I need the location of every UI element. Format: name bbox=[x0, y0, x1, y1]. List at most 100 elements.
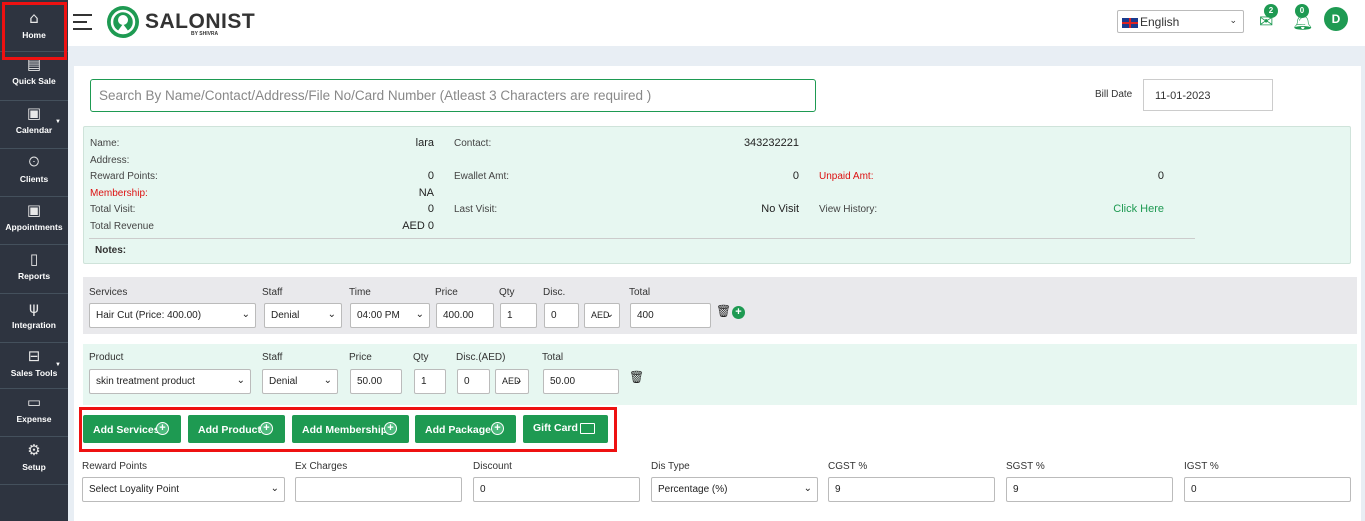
chevron-down-icon: ⌄ bbox=[236, 375, 245, 386]
plus-icon: + bbox=[384, 422, 397, 435]
sgst-input[interactable]: 9 bbox=[1006, 477, 1173, 502]
staff-header: Staff bbox=[262, 287, 283, 298]
add-row-plus-icon[interactable]: + bbox=[732, 306, 745, 319]
sidebar-item-appointments[interactable]: ▣ Appointments bbox=[0, 202, 68, 232]
dis-type-select[interactable]: Percentage (%) ⌄ bbox=[651, 477, 818, 502]
ex-charges-input[interactable] bbox=[295, 477, 462, 502]
igst-input[interactable]: 0 bbox=[1184, 477, 1351, 502]
trash-icon[interactable]: 🗑︎ bbox=[716, 304, 731, 318]
chevron-down-icon: ▼ bbox=[55, 119, 61, 125]
chevron-down-icon: ⌄ bbox=[323, 375, 332, 386]
product-staff-select[interactable]: Denial ⌄ bbox=[262, 369, 338, 394]
product-select[interactable]: skin treatment product ⌄ bbox=[89, 369, 251, 394]
trash-icon[interactable]: 🗑︎ bbox=[629, 370, 644, 384]
calendar-icon: ▣ bbox=[26, 104, 42, 122]
search-input[interactable]: Search By Name/Contact/Address/File No/C… bbox=[90, 79, 816, 112]
chevron-down-icon: ⌄ bbox=[605, 309, 614, 320]
money-icon: ▭ bbox=[26, 393, 42, 411]
discount-input[interactable]: 0 bbox=[473, 477, 640, 502]
chevron-down-icon: ⌄ bbox=[1229, 15, 1237, 25]
sidebar-item-reports[interactable]: ▯ Reports bbox=[0, 251, 68, 281]
time-header: Time bbox=[349, 287, 371, 298]
service-disc-type-select[interactable]: AED ⌄ bbox=[584, 303, 620, 328]
loyalty-point-select[interactable]: Select Loyality Point ⌄ bbox=[82, 477, 285, 502]
total-revenue-label: Total Revenue bbox=[90, 221, 154, 232]
product-price-input[interactable]: 50.00 bbox=[350, 369, 402, 394]
avatar[interactable]: D bbox=[1324, 7, 1348, 31]
button-label: Add Services bbox=[93, 424, 160, 436]
chevron-down-icon: ▼ bbox=[55, 362, 61, 368]
hamburger-menu-icon[interactable] bbox=[73, 14, 92, 30]
product-header: Product bbox=[89, 352, 124, 363]
service-qty-input[interactable]: 1 bbox=[500, 303, 537, 328]
product-disc-input[interactable]: 0 bbox=[457, 369, 490, 394]
service-price-input[interactable]: 400.00 bbox=[436, 303, 494, 328]
chevron-down-icon: ⌄ bbox=[803, 483, 812, 494]
add-services-button[interactable]: Add Services + bbox=[83, 415, 181, 443]
chevron-down-icon: ⌄ bbox=[327, 309, 336, 320]
services-header: Services bbox=[89, 287, 128, 298]
cgst-label: CGST % bbox=[828, 461, 868, 472]
sidebar-item-expense[interactable]: ▭ Expense bbox=[0, 394, 68, 424]
disc-header: Disc. bbox=[543, 287, 566, 298]
bill-date-field[interactable]: 11-01-2023 bbox=[1143, 79, 1273, 111]
sidebar-item-label: Reports bbox=[17, 271, 51, 281]
sidebar-item-label: Clients bbox=[19, 174, 49, 184]
plug-icon: ψ bbox=[29, 299, 39, 317]
cgst-input[interactable]: 9 bbox=[828, 477, 995, 502]
loyalty-value: Select Loyality Point bbox=[89, 484, 180, 495]
sidebar-item-setup[interactable]: ⚙ Setup bbox=[0, 442, 68, 472]
service-row: Services Staff Time Price Qty Disc. Tota… bbox=[83, 277, 1357, 334]
time-select[interactable]: 04:00 PM ⌄ bbox=[350, 303, 430, 328]
service-select[interactable]: Hair Cut (Price: 400.00) ⌄ bbox=[89, 303, 256, 328]
button-label: Add Membership bbox=[302, 424, 388, 436]
add-package-button[interactable]: Add Package + bbox=[415, 415, 516, 443]
top-bar: SALONIST BY SHIVRA English ⌄ ✉ 2 🔔︎ 0 D bbox=[68, 0, 1365, 46]
reward-points-label: Reward Points bbox=[82, 461, 148, 472]
product-qty-input[interactable]: 1 bbox=[414, 369, 446, 394]
service-total-input[interactable]: 400 bbox=[630, 303, 711, 328]
reward-label: Reward Points: bbox=[90, 171, 158, 182]
sidebar-item-label: Calendar bbox=[15, 125, 53, 135]
button-label: Gift Card bbox=[533, 422, 578, 434]
dis-type-value: Percentage (%) bbox=[658, 484, 728, 495]
total-revenue-value: AED 0 bbox=[402, 220, 434, 232]
ewallet-value: 0 bbox=[792, 170, 799, 182]
sidebar-item-quick-sale[interactable]: ▤ Quick Sale bbox=[0, 56, 68, 86]
price-header: Price bbox=[349, 352, 372, 363]
gift-card-icon bbox=[580, 423, 595, 434]
plus-icon: + bbox=[491, 422, 504, 435]
product-disc-type-select[interactable]: AED ⌄ bbox=[495, 369, 529, 394]
button-label: Add Package bbox=[425, 424, 491, 436]
add-membership-button[interactable]: Add Membership + bbox=[292, 415, 409, 443]
staff-header: Staff bbox=[262, 352, 283, 363]
sidebar-item-integration[interactable]: ψ Integration bbox=[0, 300, 68, 330]
add-product-button[interactable]: Add Product + bbox=[188, 415, 285, 443]
service-value: Hair Cut (Price: 400.00) bbox=[96, 310, 202, 321]
sidebar-item-label: Integration bbox=[12, 320, 56, 330]
language-value: English bbox=[1140, 15, 1180, 29]
language-select[interactable]: English ⌄ bbox=[1117, 10, 1244, 33]
bill-date-label: Bill Date bbox=[1095, 89, 1133, 100]
gift-card-button[interactable]: Gift Card bbox=[523, 415, 608, 443]
service-staff-select[interactable]: Denial ⌄ bbox=[264, 303, 342, 328]
sidebar-item-label: Appointments bbox=[5, 222, 63, 232]
reward-value: 0 bbox=[427, 170, 434, 182]
total-visit-value: 0 bbox=[427, 203, 434, 215]
sidebar-item-sales-tools[interactable]: ⊟ Sales Tools ▼ bbox=[0, 348, 68, 378]
sidebar-item-calendar[interactable]: ▣ Calendar ▼ bbox=[0, 105, 68, 135]
sgst-label: SGST % bbox=[1006, 461, 1045, 472]
uk-flag-icon bbox=[1122, 18, 1138, 28]
sidebar-item-clients[interactable]: ꖴ Clients bbox=[0, 154, 68, 184]
total-header: Total bbox=[629, 287, 651, 298]
sidebar: ⌂ Home ▤ Quick Sale ▣ Calendar ▼ ꖴ Clien… bbox=[0, 0, 68, 521]
staff-value: Denial bbox=[269, 376, 298, 387]
time-value: 04:00 PM bbox=[357, 310, 400, 321]
view-history-label: View History: bbox=[819, 204, 878, 215]
name-label: Name: bbox=[90, 138, 120, 149]
contact-value: 343232221 bbox=[743, 137, 799, 149]
service-disc-input[interactable]: 0 bbox=[544, 303, 579, 328]
product-value: skin treatment product bbox=[96, 376, 195, 387]
view-history-link[interactable]: Click Here bbox=[1084, 203, 1164, 215]
product-total-input[interactable]: 50.00 bbox=[543, 369, 619, 394]
